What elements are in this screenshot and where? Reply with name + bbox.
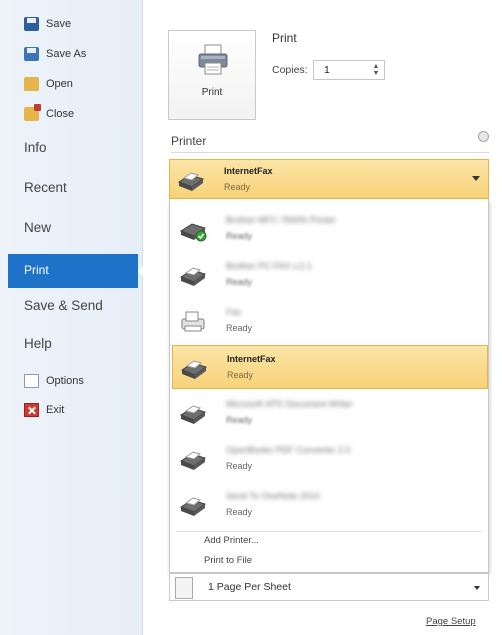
- printer-option-status: Ready: [226, 507, 253, 517]
- sidebar-item-label: Save: [46, 18, 72, 30]
- printer-option-name: InternetFax: [227, 354, 276, 364]
- printer-option-name: Send To OneNote 2010: [226, 491, 320, 501]
- print-button-label: Print: [201, 87, 223, 98]
- printer-option[interactable]: Microsoft XPS Document Writer Ready: [172, 391, 488, 435]
- printer-option-status: Ready: [227, 370, 254, 380]
- pages-per-sheet-select[interactable]: 1 Page Per Sheet: [169, 573, 489, 601]
- printer-option-status: Ready: [226, 277, 253, 287]
- printer-option-status: Ready: [226, 323, 253, 333]
- save-icon: [24, 17, 39, 31]
- chevron-down-icon: [474, 586, 480, 590]
- print-button[interactable]: Print: [168, 30, 256, 120]
- printer-icon: [179, 451, 207, 470]
- printer-option-name: Brother MFC-7840N Printer: [226, 215, 337, 225]
- exit-icon: [24, 403, 39, 417]
- printer-option-selected[interactable]: InternetFax Ready: [172, 345, 488, 389]
- sidebar-item-label: Options: [46, 375, 84, 387]
- fax-printer-icon: [177, 172, 205, 191]
- printer-option-name: Brother PC-FAX v.2.1: [226, 261, 312, 271]
- sidebar-item-options[interactable]: Options: [24, 373, 84, 389]
- close-file-icon: [24, 104, 41, 121]
- fax-printer-icon: [180, 360, 208, 379]
- save-as-icon: [24, 47, 39, 61]
- printer-option-name: Fax: [226, 307, 242, 317]
- copies-label: Copies:: [272, 64, 308, 76]
- printer-icon: [198, 44, 228, 75]
- selected-printer-status: Ready: [224, 182, 251, 192]
- pages-per-sheet-value: 1 Page Per Sheet: [208, 581, 291, 593]
- printer-icon: [179, 223, 207, 242]
- printer-icon: [179, 405, 207, 424]
- printer-option[interactable]: Brother PC-FAX v.2.1 Ready: [172, 253, 488, 297]
- printer-option-status: Ready: [226, 415, 253, 425]
- sidebar-item-info[interactable]: Info: [24, 140, 47, 155]
- add-printer-link[interactable]: Add Printer...: [204, 535, 259, 546]
- printer-option[interactable]: Send To OneNote 2010 Ready: [172, 483, 488, 527]
- folder-open-icon: [24, 77, 39, 91]
- copies-stepper[interactable]: 1 ▲ ▼: [313, 60, 385, 80]
- sidebar-item-label: Open: [46, 78, 73, 90]
- sidebar-item-save[interactable]: Save: [24, 16, 71, 32]
- printer-option-name: Microsoft XPS Document Writer: [226, 399, 353, 409]
- divider: [176, 531, 482, 532]
- sidebar-item-help[interactable]: Help: [24, 336, 52, 351]
- print-title: Print: [272, 31, 297, 45]
- printer-option[interactable]: Brother MFC-7840N Printer Ready: [172, 207, 488, 251]
- sidebar-item-recent[interactable]: Recent: [24, 180, 67, 195]
- copies-value: 1: [324, 64, 330, 76]
- sidebar-item-save-send[interactable]: Save & Send: [24, 298, 103, 313]
- sidebar-item-label: Save As: [46, 48, 87, 60]
- sidebar-item-exit[interactable]: Exit: [24, 402, 64, 418]
- sidebar-item-label: Close: [46, 108, 75, 120]
- sidebar-item-save-as[interactable]: Save As: [24, 46, 86, 62]
- sidebar-item-label: Exit: [46, 404, 65, 416]
- spinner-arrows-icon[interactable]: ▲ ▼: [372, 63, 380, 77]
- printer-option[interactable]: Fax Ready: [172, 299, 488, 343]
- printer-heading: Printer: [171, 134, 207, 148]
- chevron-down-icon: [472, 176, 480, 181]
- printer-dropdown-list: Brother MFC-7840N Printer Ready Brother …: [169, 199, 489, 573]
- selected-printer-name: InternetFax: [224, 166, 273, 176]
- printer-option-status: Ready: [226, 461, 253, 471]
- divider: [171, 152, 489, 153]
- printer-select[interactable]: InternetFax Ready: [169, 159, 489, 199]
- printer-option-name: OpenBooks PDF Converter 2.0: [226, 445, 351, 455]
- printer-option-status: Ready: [226, 231, 253, 241]
- sidebar-item-open[interactable]: Open: [24, 76, 73, 92]
- sidebar-item-new[interactable]: New: [24, 220, 51, 235]
- printer-icon: [179, 497, 207, 516]
- print-to-file-option[interactable]: Print to File: [204, 555, 252, 566]
- fax-printer-icon: [179, 267, 207, 286]
- info-icon[interactable]: [478, 131, 489, 142]
- printer-option[interactable]: OpenBooks PDF Converter 2.0 Ready: [172, 437, 488, 481]
- page-layout-icon: [175, 577, 193, 599]
- fax-icon: [181, 311, 205, 332]
- options-icon: [24, 374, 39, 388]
- page-setup-link[interactable]: Page Setup: [426, 616, 476, 627]
- sidebar-item-print[interactable]: Print: [8, 254, 146, 288]
- backstage-sidebar: Save Save As Open Close Info Recent New …: [0, 0, 146, 635]
- sidebar-item-close[interactable]: Close: [24, 104, 75, 122]
